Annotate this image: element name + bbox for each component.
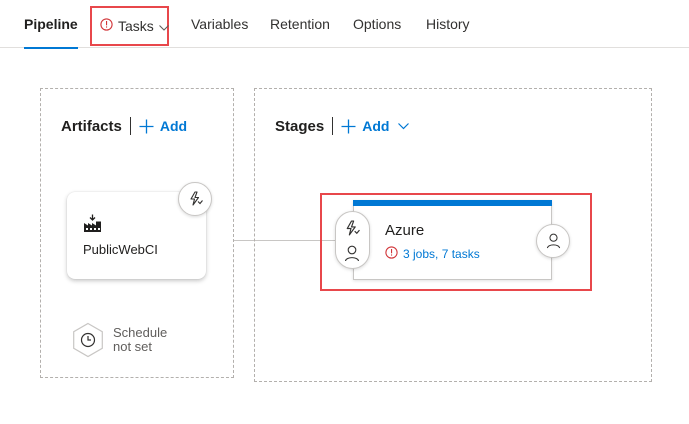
tab-variables-label: Variables xyxy=(191,16,249,32)
plus-icon xyxy=(341,119,356,133)
build-artifact-icon xyxy=(83,214,102,238)
artifacts-header: Artifacts Add xyxy=(61,114,187,138)
person-icon xyxy=(546,233,560,249)
stage-tasks-link[interactable]: 3 jobs, 7 tasks xyxy=(385,246,480,262)
artifact-name: PublicWebCI xyxy=(83,242,158,257)
schedule-button[interactable]: Schedule not set xyxy=(70,322,167,358)
add-stage-label: Add xyxy=(362,118,390,134)
tab-tasks-label: Tasks xyxy=(118,18,154,34)
pre-deployment-trigger-button[interactable] xyxy=(343,220,360,242)
add-artifact-button[interactable]: Add xyxy=(139,118,187,134)
stages-header: Stages Add xyxy=(275,114,410,138)
post-deployment-approvers-button[interactable] xyxy=(536,224,570,258)
warning-icon xyxy=(100,18,113,34)
tab-pipeline-label: Pipeline xyxy=(24,16,78,32)
add-stage-button[interactable]: Add xyxy=(341,118,410,134)
continuous-deployment-trigger-button[interactable] xyxy=(178,182,212,216)
person-icon xyxy=(344,245,360,262)
divider xyxy=(129,117,131,135)
clock-icon xyxy=(73,322,103,358)
stage-status-text: 3 jobs, 7 tasks xyxy=(403,247,480,261)
artifacts-title: Artifacts xyxy=(61,117,122,135)
stage-name: Azure xyxy=(385,222,425,239)
stages-title: Stages xyxy=(275,117,325,135)
tab-pipeline[interactable]: Pipeline xyxy=(24,0,78,49)
stage-accent-bar xyxy=(353,200,552,206)
tab-options-label: Options xyxy=(353,16,402,32)
tab-options[interactable]: Options xyxy=(353,0,401,48)
stage-card[interactable] xyxy=(353,200,552,280)
plus-icon xyxy=(139,119,154,133)
schedule-line-1: Schedule xyxy=(113,325,168,340)
tab-variables[interactable]: Variables xyxy=(191,0,248,48)
tab-bar: Pipeline Tasks Variables Retention Optio… xyxy=(0,0,689,49)
warning-icon xyxy=(385,246,398,262)
tab-retention[interactable]: Retention xyxy=(270,0,330,48)
add-artifact-label: Add xyxy=(159,118,188,134)
pre-deployment-approvers-button[interactable] xyxy=(344,245,360,267)
chevron-down-icon xyxy=(158,18,169,34)
tab-retention-label: Retention xyxy=(270,16,330,32)
schedule-line-2: not set xyxy=(113,339,153,354)
lightning-icon xyxy=(190,191,203,206)
divider xyxy=(332,117,334,135)
tab-history-label: History xyxy=(426,16,470,32)
lightning-icon xyxy=(346,220,360,236)
schedule-text: Schedule not set xyxy=(113,326,167,354)
chevron-down-icon xyxy=(398,122,410,129)
tab-tasks[interactable]: Tasks xyxy=(90,6,169,46)
tab-history[interactable]: History xyxy=(426,0,470,48)
